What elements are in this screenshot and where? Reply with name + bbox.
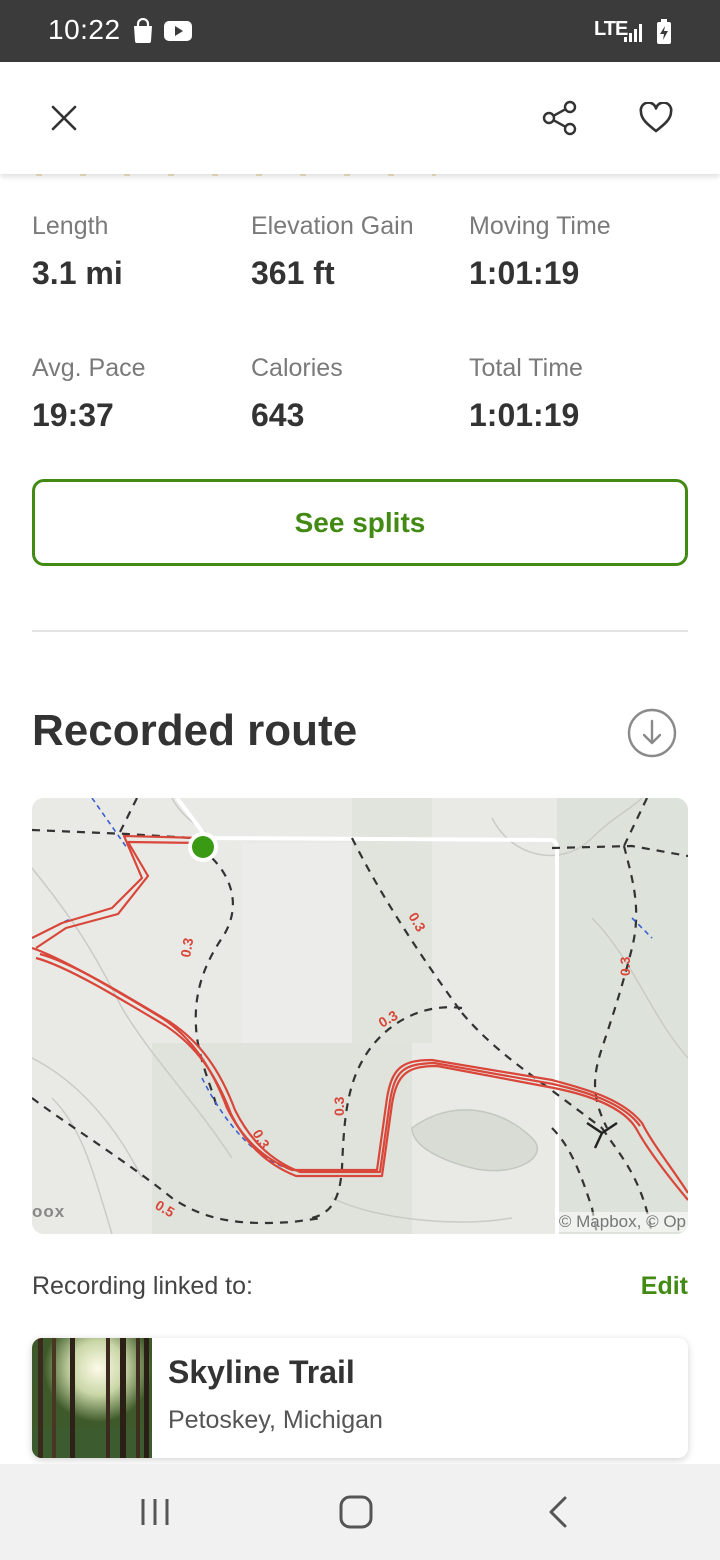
stat-value: 3.1 mi xyxy=(32,255,123,291)
map-canvas: 0.3 0.3 0.3 0.3 0.3 0.3 0.5 xyxy=(32,798,688,1234)
edit-link[interactable]: Edit xyxy=(641,1272,688,1301)
download-icon xyxy=(627,708,677,758)
map-attribution[interactable]: © Mapbox, © Op xyxy=(556,1212,688,1232)
close-button[interactable] xyxy=(38,92,90,144)
share-icon xyxy=(542,100,577,136)
back-button[interactable] xyxy=(528,1484,588,1540)
stat-total-time: Total Time 1:01:19 xyxy=(469,354,679,434)
home-icon xyxy=(339,1495,373,1529)
stat-label: Total Time xyxy=(469,354,583,382)
app-header xyxy=(0,62,720,174)
download-button[interactable] xyxy=(626,707,678,759)
close-icon xyxy=(51,105,77,131)
stat-label: Calories xyxy=(251,354,343,382)
distance-label: 0.3 xyxy=(331,1096,347,1116)
distance-label: 0.3 xyxy=(617,956,633,976)
stat-value: 1:01:19 xyxy=(469,255,580,291)
back-icon xyxy=(549,1496,567,1528)
recorded-route-title: Recorded route xyxy=(32,706,358,755)
stat-value: 19:37 xyxy=(32,397,114,433)
home-button[interactable] xyxy=(326,1484,386,1540)
trail-thumbnail xyxy=(32,1338,152,1458)
stat-calories: Calories 643 xyxy=(251,354,461,434)
heart-icon xyxy=(639,102,673,133)
stat-moving-time: Moving Time 1:01:19 xyxy=(469,212,679,292)
trail-name: Skyline Trail xyxy=(168,1354,355,1390)
stat-label: Moving Time xyxy=(469,212,611,240)
trail-location: Petoskey, Michigan xyxy=(168,1406,383,1434)
distance-label: 0.3 xyxy=(177,936,196,958)
stat-label: Length xyxy=(32,212,109,240)
stat-avg-pace: Avg. Pace 19:37 xyxy=(32,354,242,434)
recording-linked-label: Recording linked to: xyxy=(32,1272,253,1300)
stat-elevation-gain: Elevation Gain 361 ft xyxy=(251,212,461,292)
stat-label: Elevation Gain xyxy=(251,212,414,240)
stat-value: 643 xyxy=(251,397,305,433)
network-label: LTE xyxy=(594,18,628,40)
see-splits-button[interactable]: See splits xyxy=(32,479,688,566)
recents-button[interactable] xyxy=(125,1484,185,1540)
signal-icon xyxy=(624,24,642,42)
recents-icon xyxy=(141,1499,169,1525)
share-button[interactable] xyxy=(534,92,586,144)
system-nav-bar xyxy=(0,1464,720,1560)
stat-value: 1:01:19 xyxy=(469,397,580,433)
battery-charging-icon xyxy=(657,19,671,44)
route-map[interactable]: 0.3 0.3 0.3 0.3 0.3 0.3 0.5 oox © Mapbox… xyxy=(32,798,688,1234)
favorite-button[interactable] xyxy=(630,92,682,144)
stat-length: Length 3.1 mi xyxy=(32,212,242,292)
status-time: 10:22 xyxy=(48,14,121,45)
divider xyxy=(32,630,688,632)
status-bar: 10:22 LTE xyxy=(0,0,720,62)
stat-value: 361 ft xyxy=(251,255,335,291)
mapbox-logo-fragment: oox xyxy=(32,1202,66,1221)
stat-label: Avg. Pace xyxy=(32,354,146,382)
linked-trail-card[interactable]: Skyline Trail Petoskey, Michigan xyxy=(32,1338,688,1458)
shopping-bag-icon xyxy=(134,18,152,43)
youtube-icon xyxy=(164,21,192,41)
